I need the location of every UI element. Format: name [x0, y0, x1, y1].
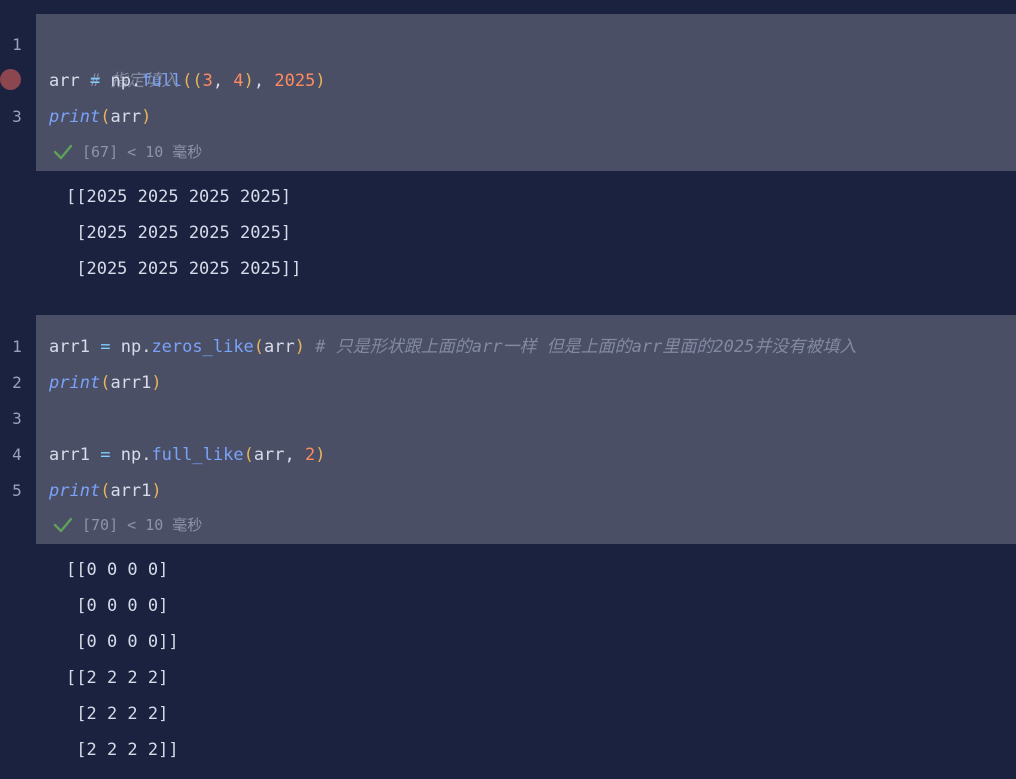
execution-status: [67] < 10 毫秒 [52, 137, 202, 167]
argument: arr1 [110, 373, 152, 393]
output-line: [0 0 0 0] [66, 596, 169, 616]
code-line-3[interactable]: print(arr) [49, 99, 151, 135]
operator: = [100, 337, 111, 357]
paren: ( [100, 107, 111, 127]
paren: ) [294, 337, 306, 357]
number: 4 [233, 71, 244, 91]
code-line-2[interactable]: arr = np.full((3, 4), 2025) [49, 63, 326, 99]
line-number: 1 [12, 35, 22, 54]
code-line-1[interactable]: arr1 = np.zeros_like(arr) # 只是形状跟上面的arr一… [49, 329, 856, 365]
paren: (( [182, 71, 203, 91]
number: 3 [202, 71, 213, 91]
dot: . [141, 337, 152, 357]
execution-info: [67] < 10 毫秒 [82, 143, 203, 161]
argument: arr [110, 107, 142, 127]
operator: = [89, 71, 101, 91]
line-number: 4 [12, 445, 22, 464]
code-cell-2[interactable]: 1 2 3 4 5 arr1 = np.zeros_like(arr) # 只是… [0, 315, 1016, 544]
line-number: 2 [12, 373, 22, 392]
output-line: [[2 2 2 2] [66, 668, 169, 688]
check-icon [53, 144, 73, 160]
function-name: zeros_like [151, 337, 254, 357]
argument: arr [253, 445, 285, 465]
paren: ) [243, 71, 254, 91]
variable: arr1 [49, 445, 90, 465]
execution-status: [70] < 10 毫秒 [52, 510, 202, 540]
print-keyword: print [49, 107, 101, 127]
number: 2025 [274, 71, 316, 91]
code-line-1[interactable]: # 指定填入 [49, 27, 178, 91]
output-line: [2025 2025 2025 2025] [66, 223, 292, 243]
print-keyword: print [49, 373, 101, 393]
output-line: [2025 2025 2025 2025]] [66, 259, 302, 279]
module: np [120, 337, 142, 357]
output-line: [[2025 2025 2025 2025] [66, 187, 292, 207]
dot: . [130, 71, 142, 91]
print-keyword: print [49, 481, 101, 501]
variable: arr [49, 71, 80, 91]
variable: arr1 [49, 337, 90, 357]
comma: , [253, 71, 275, 91]
comment: # 只是形状跟上面的arr一样 但是上面的arr里面的2025并没有被填入 [315, 337, 857, 357]
paren: ) [315, 445, 326, 465]
code-line-5[interactable]: print(arr1) [49, 473, 162, 509]
paren: ) [315, 71, 326, 91]
paren: ( [100, 373, 111, 393]
output-line: [2 2 2 2]] [66, 740, 179, 760]
code-line-2[interactable]: print(arr1) [49, 365, 162, 401]
code-cell-1[interactable]: 1 3 # 指定填入 arr = np.full((3, 4), 2025) p… [0, 14, 1016, 171]
dot: . [141, 445, 152, 465]
module: np [110, 71, 131, 91]
operator: = [100, 445, 111, 465]
output-line: [2 2 2 2] [66, 704, 169, 724]
line-number: 1 [12, 337, 22, 356]
code-line-4[interactable]: arr1 = np.full_like(arr, 2) [49, 437, 326, 473]
check-icon [53, 517, 73, 533]
breakpoint-dot[interactable] [0, 69, 21, 90]
function-name: full_like [151, 445, 244, 465]
module: np [120, 445, 142, 465]
paren: ( [253, 337, 265, 357]
line-number: 3 [12, 409, 22, 428]
paren: ( [243, 445, 254, 465]
comma: , [284, 445, 306, 465]
output-line: [0 0 0 0]] [66, 632, 179, 652]
line-number: 3 [12, 107, 22, 126]
function-name: full [141, 71, 183, 91]
paren: ( [100, 481, 111, 501]
execution-info: [70] < 10 毫秒 [82, 516, 203, 534]
line-number: 5 [12, 481, 22, 500]
output-line: [[0 0 0 0] [66, 560, 169, 580]
argument: arr1 [110, 481, 152, 501]
paren: ) [151, 373, 162, 393]
paren: ) [141, 107, 152, 127]
paren: ) [151, 481, 162, 501]
argument: arr [264, 337, 295, 357]
comma: , [212, 71, 234, 91]
number: 2 [305, 445, 316, 465]
